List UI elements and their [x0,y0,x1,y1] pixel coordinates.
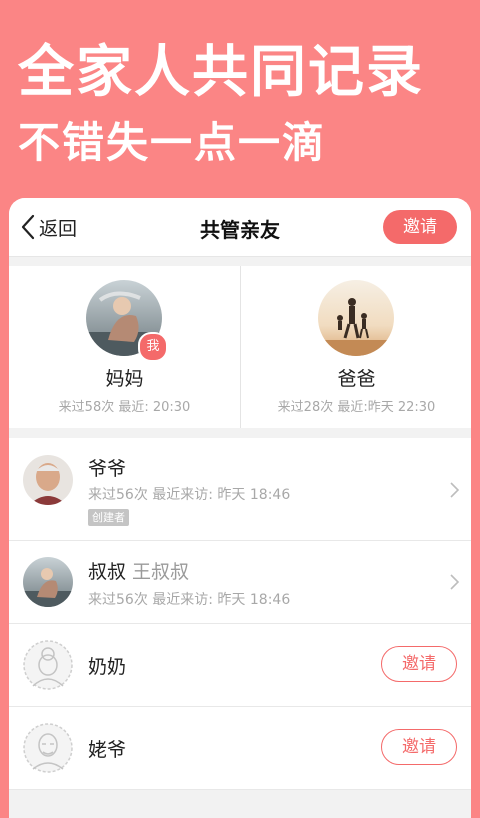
chevron-right-icon[interactable] [450,482,460,502]
member-name: 奶奶 [88,656,127,678]
member-name: 爸爸 [337,368,376,390]
avatar-dad [318,280,394,356]
invite-maternal-grandpa-button[interactable]: 邀请 [381,729,457,765]
member-name: 爷爷 [88,458,127,480]
invite-button[interactable]: 邀请 [383,210,457,244]
member-card-dad[interactable]: 爸爸 来过28次 最近:昨天 22:30 [241,266,471,428]
member-visit-info: 来过56次 最近来访: 昨天 18:46 [88,592,291,608]
creator-tag: 创建者 [88,509,129,526]
grandpa-placeholder-icon [23,723,73,773]
screen-card: 返回 共管亲友 邀请 我 妈妈 来过58次 最近: 20:30 爸爸 来过28次… [9,198,471,818]
member-card-mom[interactable]: 我 妈妈 来过58次 最近: 20:30 [9,266,240,428]
member-alias: 王叔叔 [132,561,190,583]
avatar-grandpa [23,455,73,505]
me-badge: 我 [138,332,168,362]
member-list: 爷爷 来过56次 最近来访: 昨天 18:46 创建者 叔叔 王叔叔 来过56次… [9,438,471,790]
member-name: 姥爷 [88,739,127,761]
list-item: 姥爷 邀请 [9,707,471,790]
avatar-uncle [23,557,73,607]
member-visit-info: 来过28次 最近:昨天 22:30 [277,400,436,415]
member-name-text: 叔叔 [88,561,127,583]
member-name: 叔叔 王叔叔 [88,557,189,584]
list-item[interactable]: 叔叔 王叔叔 来过56次 最近来访: 昨天 18:46 [9,541,471,624]
list-item: 奶奶 邀请 [9,624,471,707]
member-visit-info: 来过56次 最近来访: 昨天 18:46 [88,487,291,503]
chevron-right-icon[interactable] [450,574,460,594]
member-visit-info: 来过58次 最近: 20:30 [58,400,191,415]
member-name: 妈妈 [105,368,144,390]
promo-subheadline: 不错失一点一滴 [18,118,327,167]
grandma-placeholder-icon [23,640,73,690]
primary-members-panel: 我 妈妈 来过58次 最近: 20:30 爸爸 来过28次 最近:昨天 22:3… [9,266,471,428]
promo-headline: 全家人共同记录 [18,40,424,105]
list-item[interactable]: 爷爷 来过56次 最近来访: 昨天 18:46 创建者 [9,438,471,541]
navigation-bar: 返回 共管亲友 邀请 [9,198,471,257]
invite-grandma-button[interactable]: 邀请 [381,646,457,682]
